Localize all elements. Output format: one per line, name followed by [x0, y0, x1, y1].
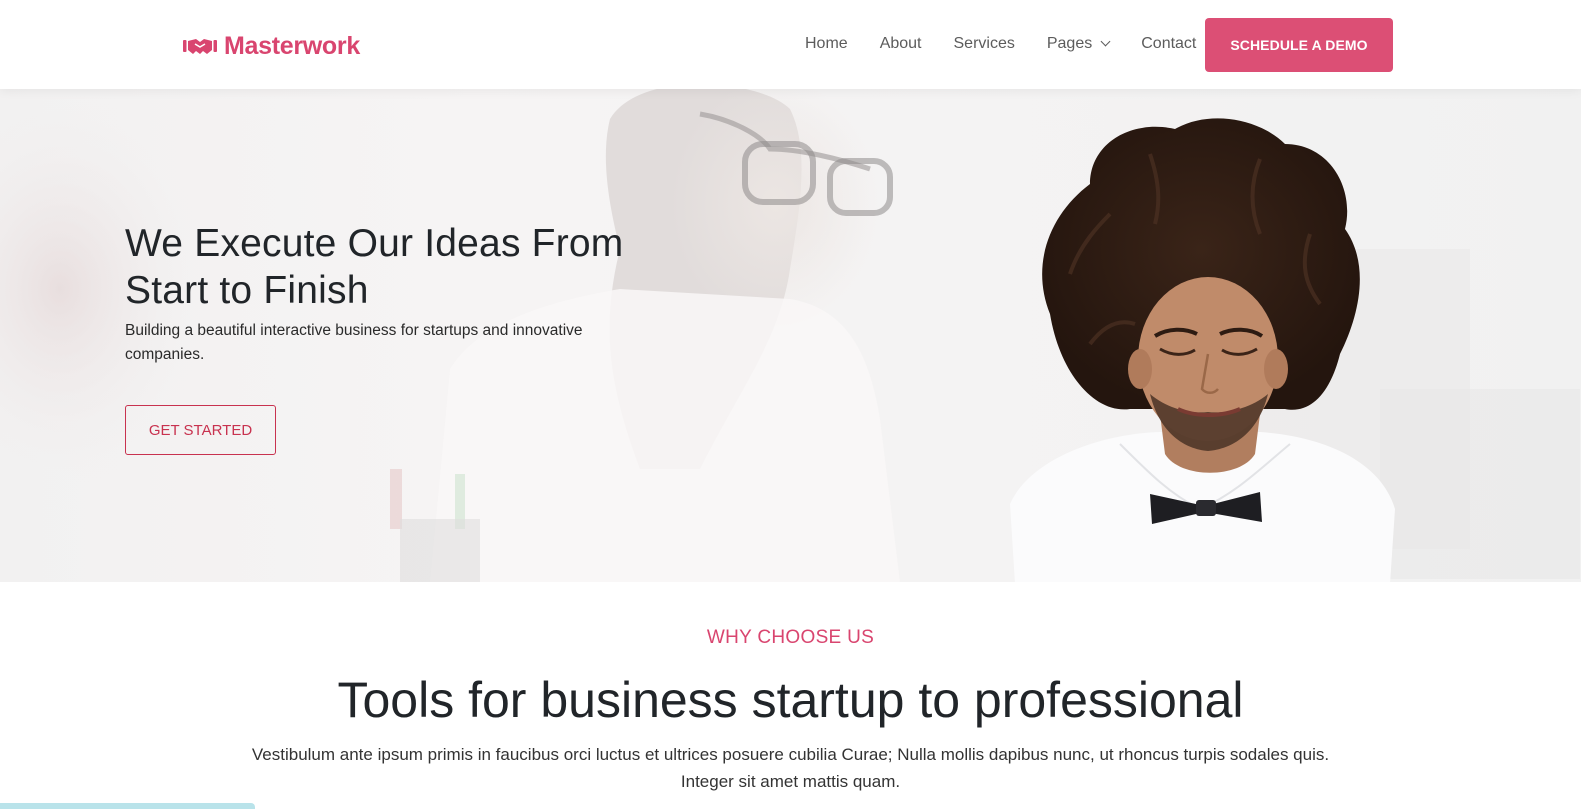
- hero-section: We Execute Our Ideas From Start to Finis…: [0, 89, 1581, 582]
- navbar: Masterwork Home About Services Pages Con…: [0, 0, 1581, 89]
- chevron-down-icon: [1100, 36, 1111, 47]
- brand-logo[interactable]: Masterwork: [183, 31, 360, 61]
- hero-person-image: [1010, 118, 1395, 582]
- brand-name: Masterwork: [224, 32, 360, 60]
- handshake-icon: [183, 39, 217, 54]
- get-started-button[interactable]: GET STARTED: [125, 405, 276, 455]
- nav-home[interactable]: Home: [805, 33, 848, 55]
- schedule-demo-button[interactable]: SCHEDULE A DEMO: [1205, 18, 1393, 72]
- hero-title: We Execute Our Ideas From Start to Finis…: [125, 222, 624, 312]
- nav-contact[interactable]: Contact: [1141, 33, 1196, 55]
- nav-about[interactable]: About: [880, 33, 922, 55]
- nav-pages[interactable]: Pages: [1046, 33, 1111, 55]
- nav-pages-label: Pages: [1046, 35, 1093, 52]
- section-eyebrow: WHY CHOOSE US: [706, 627, 875, 648]
- hero-subtitle: Building a beautiful interactive busines…: [125, 322, 583, 363]
- section-description: Vestibulum ante ipsum primis in faucibus…: [251, 745, 1330, 791]
- bottom-banner-strip: [0, 803, 255, 809]
- nav-services[interactable]: Services: [954, 33, 1015, 55]
- main-nav: Home About Services Pages Contact: [805, 33, 1196, 55]
- section-title: Tools for business startup to profession…: [337, 672, 1244, 728]
